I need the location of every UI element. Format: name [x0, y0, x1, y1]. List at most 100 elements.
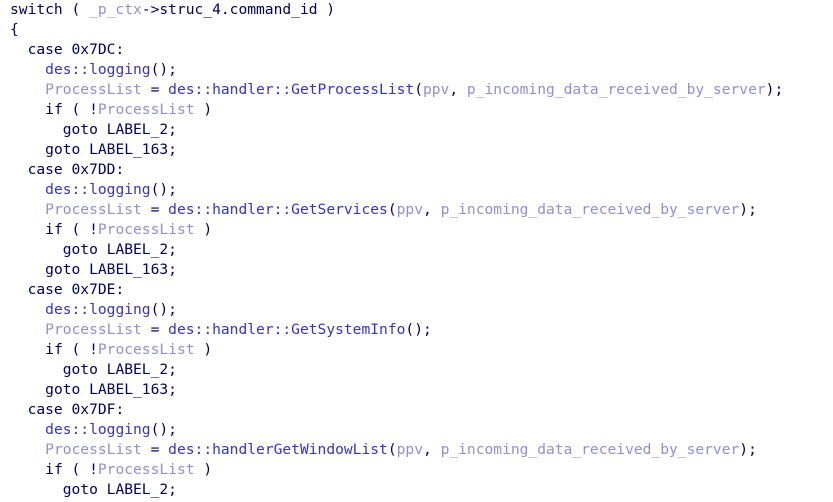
punctuation-token: (); — [405, 321, 432, 338]
keyword-token: if ( ! — [45, 221, 98, 238]
goto-label-token: LABEL_163 — [89, 381, 169, 398]
punctuation-token: ( — [414, 81, 423, 98]
punctuation-token: = — [141, 81, 169, 98]
variable-token: ProcessList — [45, 441, 142, 458]
punctuation-token: = — [141, 201, 169, 218]
code-line[interactable]: goto LABEL_163; — [0, 260, 833, 280]
punctuation-token: ); — [739, 201, 757, 218]
punctuation-token: = — [141, 321, 169, 338]
code-line[interactable]: des::logging(); — [0, 300, 833, 320]
variable-token: ppv — [422, 81, 450, 98]
keyword-token: goto — [62, 121, 107, 138]
punctuation-token: : — [115, 401, 125, 418]
keyword-token: if ( ! — [45, 461, 98, 478]
punctuation-token: ; — [168, 241, 177, 258]
punctuation-token: ; — [168, 141, 177, 158]
punctuation-token: (); — [150, 421, 177, 438]
variable-token: ProcessList — [97, 101, 195, 118]
punctuation-token: , — [449, 81, 467, 98]
code-line[interactable]: des::logging(); — [0, 60, 833, 80]
punctuation-token: ; — [168, 481, 177, 498]
function-name-token: des::handlerGetWindowList — [168, 441, 388, 458]
code-line[interactable]: ProcessList = des::handler::GetSystemInf… — [0, 320, 833, 340]
code-line[interactable]: if ( !ProcessList ) — [0, 460, 833, 480]
number-token: 0x7DF — [71, 401, 116, 418]
keyword-token: goto — [45, 381, 90, 398]
code-line[interactable]: case 0x7DD: — [0, 160, 833, 180]
code-line[interactable]: if ( !ProcessList ) — [0, 340, 833, 360]
punctuation-token: , — [422, 441, 441, 458]
goto-label-token: LABEL_2 — [106, 361, 169, 378]
variable-token: p_incoming_data_received_by_server — [440, 441, 740, 458]
number-token: 0x7DE — [71, 281, 116, 298]
code-line[interactable]: goto LABEL_2; — [0, 360, 833, 380]
keyword-token: case — [27, 41, 72, 58]
code-line[interactable]: goto LABEL_163; — [0, 140, 833, 160]
variable-token: ProcessList — [97, 341, 195, 358]
variable-token: ppv — [396, 441, 423, 458]
variable-token: ProcessList — [45, 201, 142, 218]
goto-label-token: LABEL_2 — [106, 121, 169, 138]
punctuation-token: ) — [194, 341, 213, 358]
goto-label-token: LABEL_2 — [106, 481, 169, 498]
keyword-token: if ( ! — [45, 101, 98, 118]
punctuation-token: ; — [168, 121, 177, 138]
punctuation-token: ) — [194, 101, 213, 118]
code-line[interactable]: goto LABEL_2; — [0, 480, 833, 500]
code-line[interactable]: ProcessList = des::handler::GetServices(… — [0, 200, 833, 220]
code-line[interactable]: goto LABEL_2; — [0, 120, 833, 140]
punctuation-token: , — [422, 201, 441, 218]
code-line[interactable]: if ( !ProcessList ) — [0, 220, 833, 240]
code-line[interactable]: { — [0, 20, 833, 40]
pseudocode-view[interactable]: switch ( _p_ctx->struc_4.command_id ){ c… — [0, 0, 833, 502]
goto-label-token: LABEL_2 — [106, 241, 169, 258]
goto-label-token: LABEL_163 — [89, 261, 169, 278]
punctuation-token: (); — [150, 181, 177, 198]
code-line[interactable]: case 0x7DF: — [0, 400, 833, 420]
punctuation-token: { — [10, 21, 19, 38]
punctuation-token: : — [115, 161, 125, 178]
variable-token: p_incoming_data_received_by_server — [440, 201, 740, 218]
number-token: 0x7DC — [71, 41, 116, 58]
code-line[interactable]: des::logging(); — [0, 180, 833, 200]
punctuation-token: ->struc_4.command_id ) — [141, 1, 336, 18]
code-line[interactable]: switch ( _p_ctx->struc_4.command_id ) — [0, 0, 833, 20]
variable-token: ppv — [396, 201, 423, 218]
code-line[interactable]: case 0x7DC: — [0, 40, 833, 60]
code-line[interactable]: ProcessList = des::handler::GetProcessLi… — [0, 80, 833, 100]
function-name-token: des::logging — [45, 61, 151, 78]
code-line[interactable]: des::logging(); — [0, 420, 833, 440]
punctuation-token: ); — [765, 81, 784, 98]
punctuation-token: ; — [168, 361, 177, 378]
keyword-token: goto — [62, 361, 107, 378]
code-line[interactable]: if ( !ProcessList ) — [0, 100, 833, 120]
code-line[interactable]: case 0x7DE: — [0, 280, 833, 300]
code-line[interactable]: goto LABEL_163; — [0, 380, 833, 400]
number-token: 0x7DD — [71, 161, 116, 178]
punctuation-token: ); — [739, 441, 757, 458]
code-line[interactable]: ProcessList = des::handlerGetWindowList(… — [0, 440, 833, 460]
keyword-token: switch ( — [10, 1, 90, 18]
code-line[interactable]: goto LABEL_2; — [0, 240, 833, 260]
keyword-token: goto — [62, 481, 107, 498]
